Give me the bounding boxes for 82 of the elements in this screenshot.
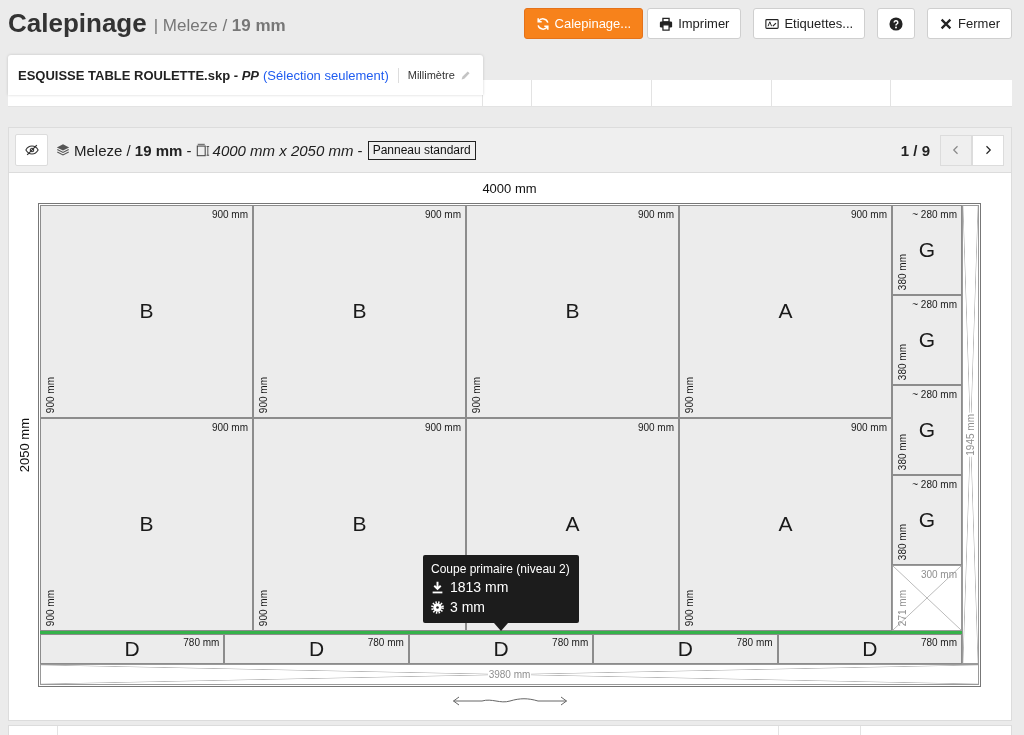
piece-width-label: 900 mm: [637, 209, 674, 220]
piece-letter: A: [565, 512, 580, 536]
wavy-double-arrow-icon: [451, 696, 568, 706]
piece-width-label: 900 mm: [424, 422, 461, 433]
cut-position-text: 1813 mm: [450, 578, 509, 597]
dimensions-label: 4000 mm x 2050 mm -: [212, 141, 363, 159]
print-button[interactable]: Imprimer: [647, 8, 742, 39]
piece-letter: B: [565, 299, 580, 323]
cut-line[interactable]: [40, 631, 962, 634]
piece-height-label: 900 mm: [45, 589, 56, 626]
piece-width-label: 900 mm: [211, 422, 248, 433]
piece-letter: B: [139, 512, 154, 536]
piece-height-label: 900 mm: [684, 376, 695, 413]
label-icon: [765, 16, 780, 31]
piece-width-label: 900 mm: [850, 422, 887, 433]
visibility-toggle-button[interactable]: [15, 134, 48, 166]
piece-width-label: 900 mm: [850, 209, 887, 220]
piece-height-label: 900 mm: [471, 376, 482, 413]
piece-width-label: ~ 280 mm: [912, 389, 957, 400]
piece-height-label: 900 mm: [258, 589, 269, 626]
close-button[interactable]: Fermer: [927, 8, 1012, 39]
saw-blade-icon: [431, 600, 444, 614]
piece-width-label: 780 mm: [552, 637, 589, 648]
piece-width-label: 780 mm: [183, 637, 220, 648]
piece-letter: D: [124, 637, 140, 661]
refresh-icon: [535, 16, 550, 31]
piece-letter: D: [677, 637, 693, 661]
piece-height-label: 380 mm: [897, 433, 908, 470]
page-counter: 1 / 9: [900, 141, 930, 159]
piece-width-label: ~ 280 mm: [912, 209, 957, 220]
piece-width-label: 900 mm: [637, 422, 674, 433]
next-button[interactable]: [972, 134, 1004, 166]
piece-letter: G: [918, 417, 936, 442]
layers-icon: [56, 143, 70, 157]
sheet-size-icon: [195, 143, 210, 157]
unit-label: Millimètre: [407, 69, 455, 81]
kerf-text: 3 mm: [450, 598, 485, 617]
page-subtitle: | Meleze / 19 mm: [153, 16, 286, 36]
material-label: Meleze / 19 mm -: [74, 141, 192, 159]
piece-height-label: 900 mm: [684, 589, 695, 626]
help-button[interactable]: [877, 8, 916, 39]
piece-letter: B: [139, 299, 154, 323]
piece-letter: B: [352, 512, 367, 536]
sheet-width-label: 4000 mm: [482, 181, 537, 197]
piece-width-label: ~ 280 mm: [912, 479, 957, 490]
help-icon: [889, 16, 904, 31]
piece-letter: A: [778, 299, 793, 323]
close-icon: [939, 16, 954, 31]
piece-letter: G: [918, 327, 936, 352]
offcut-length-label: 1945 mm: [964, 412, 977, 457]
tooltip-title: Coupe primaire (niveau 2): [431, 561, 571, 577]
piece-letter: D: [493, 637, 509, 661]
page-title: Calepinage: [8, 8, 147, 39]
piece-height-label: 380 mm: [897, 253, 908, 290]
piece-width-label: 780 mm: [920, 637, 958, 648]
piece-width-label: ~ 280 mm: [912, 299, 957, 310]
piece-letter: B: [352, 299, 367, 323]
sheet-height-label: 2050 mm: [16, 417, 32, 473]
piece-height-label: 900 mm: [45, 376, 56, 413]
piece-letter: G: [918, 507, 936, 532]
offcut-height-label: 271 mm: [897, 589, 908, 626]
piece-width-label: 900 mm: [424, 209, 461, 220]
printer-icon: [659, 16, 674, 31]
labels-button[interactable]: Etiquettes...: [753, 8, 866, 39]
piece-width-label: 780 mm: [736, 637, 773, 648]
piece-width-label: 780 mm: [367, 637, 404, 648]
file-tab[interactable]: ESQUISSE TABLE ROULETTE.skp - PP (Sélection seulement) Millimètre: [8, 55, 483, 95]
piece-letter: D: [862, 637, 878, 661]
selection-link[interactable]: (Sélection seulement): [263, 67, 389, 83]
download-icon: [431, 580, 444, 594]
piece-height-label: 380 mm: [897, 523, 908, 560]
piece-letter: G: [918, 237, 936, 262]
offcut-length-label: 3980 mm: [487, 668, 532, 681]
offcut-width-label: 300 mm: [920, 569, 957, 580]
piece-height-label: 900 mm: [258, 376, 269, 413]
piece-width-label: 900 mm: [211, 209, 248, 220]
eye-slash-icon: [24, 143, 39, 157]
piece-letter: D: [309, 637, 325, 661]
panel-type-tag: Panneau standard: [367, 140, 476, 160]
piece-height-label: 380 mm: [897, 343, 908, 380]
file-name: ESQUISSE TABLE ROULETTE.skp - PP: [18, 67, 260, 83]
piece-letter: A: [778, 512, 793, 536]
